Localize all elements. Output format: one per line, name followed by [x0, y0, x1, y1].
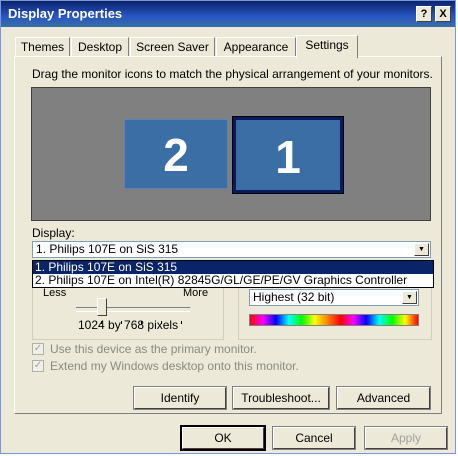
resolution-value: 1024 by 768 pixels	[78, 318, 179, 332]
help-button[interactable]: ?	[416, 6, 432, 22]
close-button[interactable]: X	[435, 6, 451, 22]
troubleshoot-button[interactable]: Troubleshoot...	[232, 386, 330, 410]
color-quality-select[interactable]: Highest (32 bit) ▼	[249, 289, 419, 306]
advanced-button[interactable]: Advanced	[336, 386, 431, 410]
display-select[interactable]: 1. Philips 107E on SiS 315 ▼	[32, 241, 431, 258]
primary-monitor-checkbox[interactable]: ✓	[32, 343, 44, 355]
monitor-1-icon[interactable]: 1	[232, 116, 344, 194]
cancel-button[interactable]: Cancel	[272, 426, 356, 450]
chevron-down-icon[interactable]: ▼	[414, 243, 429, 256]
instruction-text: Drag the monitor icons to match the phys…	[32, 67, 433, 81]
chevron-down-icon[interactable]: ▼	[402, 291, 417, 304]
tab-appearance[interactable]: Appearance	[216, 37, 296, 57]
resolution-less-label: Less	[43, 287, 67, 299]
resolution-slider-track[interactable]	[76, 307, 190, 312]
title-bar[interactable]: Display Properties ? X	[1, 1, 455, 27]
resolution-more-label: More	[183, 287, 209, 299]
display-label: Display:	[32, 226, 75, 240]
apply-button[interactable]: Apply	[364, 426, 448, 450]
tab-desktop[interactable]: Desktop	[71, 37, 129, 57]
resolution-slider-thumb[interactable]	[97, 298, 107, 316]
color-quality-value: Highest (32 bit)	[253, 290, 335, 304]
slider-tick	[181, 321, 182, 324]
primary-monitor-label: Use this device as the primary monitor.	[50, 342, 257, 356]
extend-desktop-label: Extend my Windows desktop onto this moni…	[50, 359, 299, 373]
display-select-value: 1. Philips 107E on SiS 315	[36, 242, 179, 256]
identify-button[interactable]: Identify	[133, 386, 227, 410]
ok-button[interactable]: OK	[180, 425, 266, 451]
display-option[interactable]: 2. Philips 107E on Intel(R) 82845G/GL/GE…	[33, 274, 433, 287]
display-dropdown-list[interactable]: 1. Philips 107E on SiS 315 2. Philips 10…	[32, 260, 434, 288]
color-spectrum-bar	[249, 314, 419, 326]
tab-screen-saver[interactable]: Screen Saver	[130, 37, 215, 57]
monitor-arrangement-area[interactable]	[31, 87, 431, 221]
monitor-2-icon[interactable]: 2	[124, 119, 228, 189]
extend-desktop-checkbox[interactable]: ✓	[32, 360, 44, 372]
tab-themes[interactable]: Themes	[15, 37, 70, 57]
window-title: Display Properties	[8, 6, 123, 21]
tab-settings[interactable]: Settings	[296, 35, 358, 58]
